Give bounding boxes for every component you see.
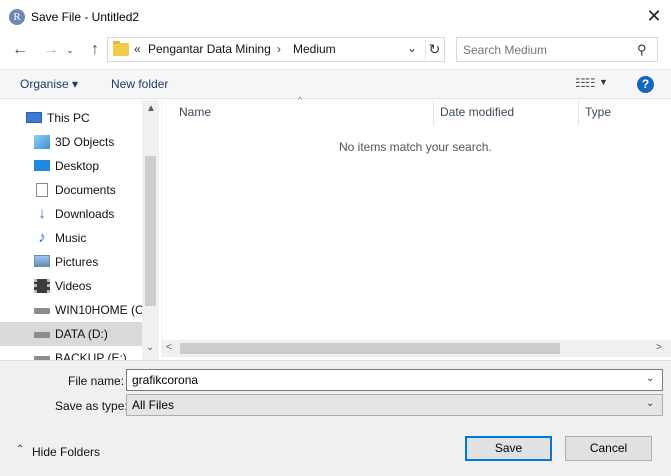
close-button[interactable]: ✕ (637, 0, 671, 34)
sidebar-item[interactable]: ↓ Downloads (0, 202, 142, 226)
column-divider[interactable] (433, 100, 434, 126)
sidebar-item-label: WIN10HOME (C: (55, 303, 148, 317)
save-as-type-select[interactable]: All Files ⌄ (126, 394, 663, 416)
sidebar-item-label: Documents (55, 183, 116, 197)
drive-icon (34, 308, 50, 314)
cancel-button[interactable]: Cancel (565, 436, 652, 461)
sidebar-item[interactable]: Pictures (0, 250, 142, 274)
chevron-down-icon[interactable]: ⌄ (646, 398, 654, 409)
sidebar-item-label: Music (55, 231, 87, 245)
scroll-down-arrow-icon[interactable]: ⌄ (146, 342, 154, 353)
sidebar-item[interactable]: Documents (0, 178, 142, 202)
sidebar-item[interactable]: This PC (0, 106, 142, 130)
save-as-type-value: All Files (132, 398, 175, 412)
sidebar-item[interactable]: BACKUP (E:) (0, 346, 142, 360)
breadcrumb-separator[interactable]: › (277, 42, 281, 56)
folder-icon (113, 41, 129, 56)
view-dropdown-icon[interactable]: ▼ (599, 77, 608, 87)
documents-icon (36, 183, 48, 197)
forward-button[interactable]: → (40, 39, 62, 61)
recent-locations-button[interactable]: ⌄ (63, 39, 77, 61)
breadcrumb-pengantar-data-mining[interactable]: Pengantar Data Mining (148, 42, 271, 56)
sidebar-item[interactable]: DATA (D:) (0, 322, 142, 346)
chevron-down-icon[interactable]: ⌄ (646, 373, 654, 384)
back-button[interactable]: ← (9, 39, 31, 61)
address-bar[interactable]: « Pengantar Data Mining › Medium ⌄ ↻ (107, 37, 445, 62)
sidebar-item[interactable]: ♪ Music (0, 226, 142, 250)
save-button[interactable]: Save (465, 436, 552, 461)
sidebar-item[interactable]: WIN10HOME (C: (0, 298, 147, 322)
sidebar-item-label: This PC (47, 111, 90, 125)
sidebar-item[interactable]: Videos (0, 274, 142, 298)
help-icon[interactable]: ? (637, 76, 654, 93)
column-header-date-modified[interactable]: Date modified (440, 105, 514, 125)
command-toolbar: Organise ▾ New folder ☷☷ ▼ ? (0, 69, 671, 99)
music-icon: ♪ (38, 229, 46, 246)
sidebar-item-label: Pictures (55, 255, 99, 269)
search-icon[interactable]: ⚲ (637, 42, 647, 58)
videos-icon (34, 279, 50, 293)
desktop-icon (34, 160, 50, 171)
search-box[interactable]: ⚲ (456, 37, 658, 62)
search-input[interactable] (463, 42, 633, 58)
sidebar-item-label: BACKUP (E:) (55, 351, 127, 360)
address-overflow-button[interactable]: « (134, 42, 141, 56)
sort-ascending-icon: ^ (298, 95, 303, 105)
drive-icon (34, 332, 50, 338)
scroll-left-arrow-icon[interactable]: < (166, 342, 172, 353)
sidebar-item-label: Downloads (55, 207, 115, 221)
view-options-icon[interactable]: ☷☷ (575, 76, 595, 90)
address-dropdown-button[interactable]: ⌄ (407, 41, 417, 55)
sidebar-item[interactable]: Desktop (0, 154, 142, 178)
sidebar-item-label: DATA (D:) (55, 327, 108, 341)
chevron-up-icon[interactable]: ⌃ (16, 444, 24, 455)
new-folder-button[interactable]: New folder (111, 77, 168, 91)
file-name-label: File name: (68, 374, 125, 388)
organise-button[interactable]: Organise ▾ (20, 77, 78, 91)
horizontal-scroll-thumb[interactable] (180, 343, 560, 354)
file-list-view[interactable] (161, 100, 671, 358)
refresh-button[interactable]: ↻ (425, 40, 443, 60)
sidebar-item-label: 3D Objects (55, 135, 115, 149)
navigation-pane[interactable]: This PC 3D Objects Desktop Documents ↓ Downlo… (0, 100, 160, 360)
scroll-right-arrow-icon[interactable]: > (656, 342, 662, 353)
app-icon: R (9, 9, 25, 25)
3d-objects-icon (34, 135, 50, 149)
scroll-up-arrow-icon[interactable]: ▲ (146, 103, 156, 114)
this-pc-icon (26, 112, 42, 123)
window-title: Save File - Untitled2 (31, 10, 140, 24)
column-header-type[interactable]: Type (585, 105, 611, 125)
hide-folders-button[interactable]: Hide Folders (32, 445, 100, 459)
sidebar-item-label: Videos (55, 279, 92, 293)
sidebar-item-label: Desktop (55, 159, 100, 173)
file-name-combobox[interactable]: ⌄ (126, 369, 663, 391)
sidebar-item[interactable]: 3D Objects (0, 130, 142, 154)
breadcrumb-medium[interactable]: Medium (293, 42, 336, 56)
pictures-icon (34, 255, 50, 267)
column-divider[interactable] (578, 100, 579, 126)
column-header-name[interactable]: Name (179, 105, 211, 125)
file-name-input[interactable] (132, 373, 632, 387)
up-folder-button[interactable]: ↑ (84, 39, 106, 61)
save-as-type-label: Save as type: (55, 399, 128, 413)
downloads-icon: ↓ (38, 205, 46, 222)
navigation-scroll-thumb[interactable] (145, 156, 156, 306)
empty-list-message: No items match your search. (339, 140, 492, 154)
